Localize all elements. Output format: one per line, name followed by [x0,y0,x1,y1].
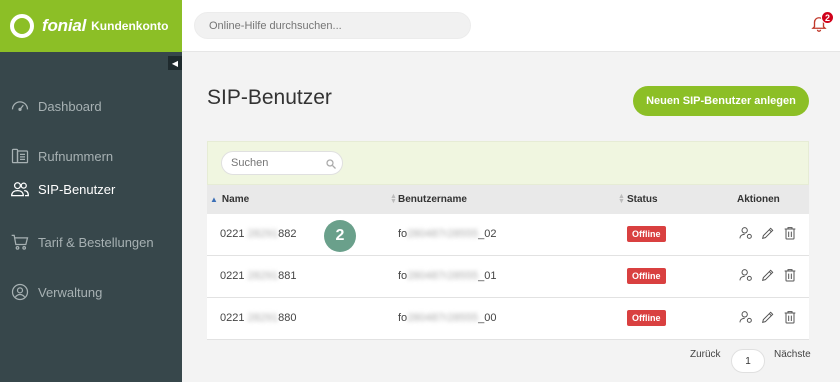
user-settings-icon[interactable] [738,267,754,286]
row-actions [738,267,798,286]
sidebar-item-label: SIP-Benutzer [38,181,116,197]
brand-logo[interactable]: fonial Kundenkonto [0,0,182,52]
sidebar-item-label: Tarif & Bestellungen [38,234,154,250]
sidebar-item-label: Dashboard [38,98,102,114]
sidebar-item-tarif[interactable]: Tarif & Bestellungen [10,232,154,252]
table-row: 0221 28291882 fo280487r28555_02 Offline [207,214,809,256]
cart-icon [10,232,30,252]
edit-pencil-icon[interactable] [760,225,776,244]
sort-ascending-icon: ▲ [210,195,218,204]
sidebar-collapse-button[interactable]: ◀ [168,56,182,70]
add-sip-user-button[interactable]: Neuen SIP-Benutzer anlegen [633,86,809,116]
phone-icon [10,146,30,166]
user-settings-icon[interactable] [738,225,754,244]
search-icon [325,157,337,169]
notification-count-badge: 2 [821,11,834,24]
fonial-logo-icon [10,14,34,38]
users-icon [10,179,30,199]
row-name: 0221 28291882 [220,228,297,240]
sidebar-item-verwaltung[interactable]: Verwaltung [10,282,102,302]
sidebar-item-rufnummern[interactable]: Rufnummern [10,146,113,166]
row-username: fo280487r28555_00 [398,312,497,324]
column-actions-header: Aktionen [737,194,780,205]
edit-pencil-icon[interactable] [760,309,776,328]
sidebar-item-label: Verwaltung [38,284,103,300]
step-marker-badge: 2 [324,220,356,252]
column-username-header[interactable]: Benutzername [398,194,467,205]
brand-name: fonial [42,16,87,35]
sidebar-item-dashboard[interactable]: Dashboard [10,96,102,116]
notifications-button[interactable]: 2 [810,11,834,36]
account-icon [10,282,30,302]
table-row: 0221 28291881 fo280487r28555_01 Offline [207,256,809,298]
status-badge: Offline [627,268,666,284]
brand-subtitle: Kundenkonto [91,19,169,33]
top-header: 2 [182,0,840,52]
help-search-input[interactable] [194,12,471,39]
table-row: 0221 28291880 fo280487r28555_00 Offline [207,298,809,340]
row-username: fo280487r28555_01 [398,270,497,282]
row-actions [738,225,798,244]
column-name-header[interactable]: ▲ Name [210,194,249,205]
sort-icon[interactable]: ▲ ▼ [390,193,397,205]
trash-icon[interactable] [782,309,798,328]
status-badge: Offline [627,226,666,242]
trash-icon[interactable] [782,225,798,244]
user-settings-icon[interactable] [738,309,754,328]
row-actions [738,309,798,328]
pagination-current-page[interactable]: 1 [731,349,765,373]
sort-icon[interactable]: ▲ ▼ [618,193,625,205]
trash-icon[interactable] [782,267,798,286]
pagination-next[interactable]: Nächste [774,349,811,360]
table-header: ▲ Name ▲ ▼ Benutzername ▲ ▼ Status Aktione… [207,185,809,214]
status-badge: Offline [627,310,666,326]
column-status-header[interactable]: Status [627,194,658,205]
sidebar-item-sip-benutzer[interactable]: SIP-Benutzer [10,179,115,199]
row-name: 0221 28291880 [220,312,297,324]
edit-pencil-icon[interactable] [760,267,776,286]
row-name: 0221 28291881 [220,270,297,282]
sidebar: ◀ Dashboard Rufnummern SIP-Benutzer Tari… [0,52,182,382]
row-username: fo280487r28555_02 [398,228,497,240]
page-title: SIP-Benutzer [207,86,332,109]
speedometer-icon [10,96,30,116]
pagination-prev[interactable]: Zurück [690,349,721,360]
sidebar-item-label: Rufnummern [38,148,114,164]
filter-bar [207,141,809,185]
